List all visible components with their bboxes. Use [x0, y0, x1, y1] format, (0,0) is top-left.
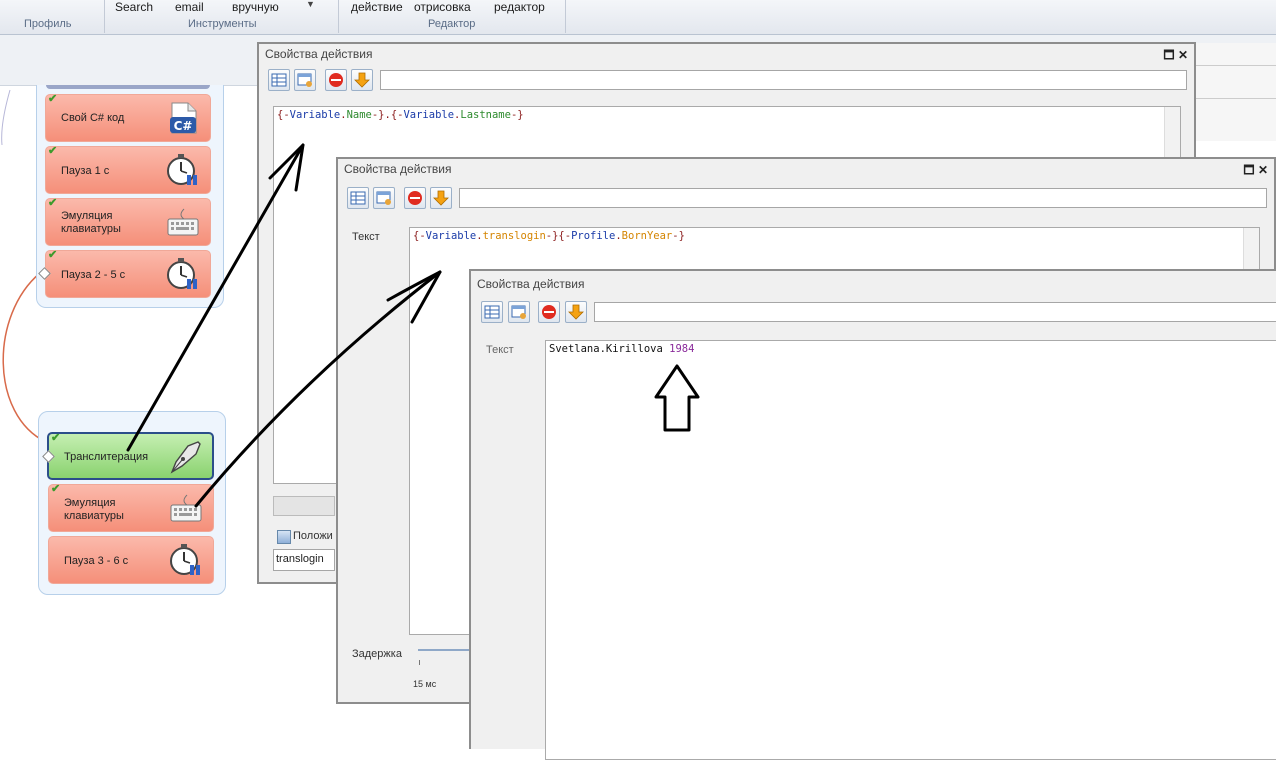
annotation-arrow-1	[126, 143, 305, 452]
annotation-arrow-1-head	[268, 143, 305, 192]
annotation-arrows	[126, 143, 700, 508]
annotation-arrow-2	[194, 270, 442, 508]
up-arrow-icon	[654, 364, 700, 432]
